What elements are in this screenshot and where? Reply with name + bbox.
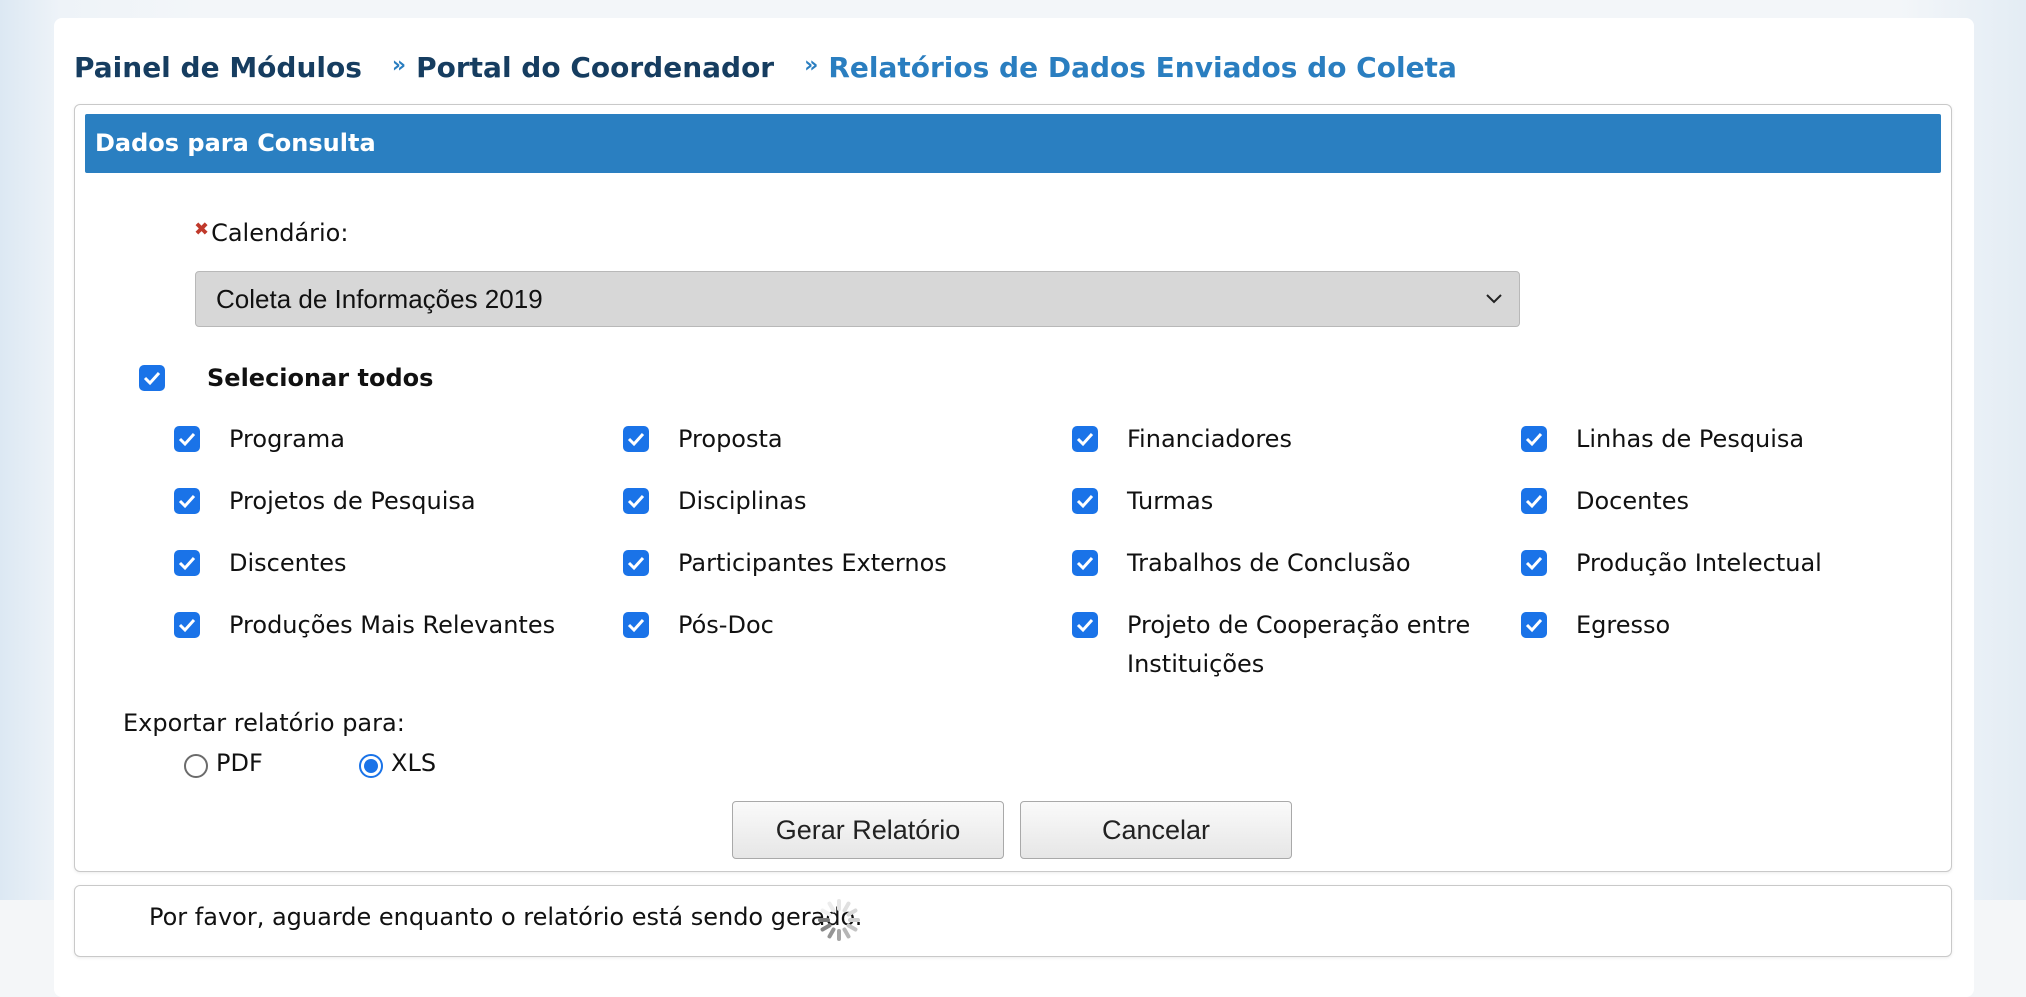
label-projetos-pesquisa: Projetos de Pesquisa (229, 487, 476, 515)
label-programa: Programa (229, 425, 345, 453)
select-all-checkbox[interactable] (139, 365, 165, 391)
checkbox-projeto-cooperacao[interactable] (1072, 612, 1098, 638)
calendar-label-text: Calendário: (211, 219, 349, 247)
checkbox-participantes-externos[interactable] (623, 550, 649, 576)
label-egresso: Egresso (1576, 611, 1671, 639)
label-projeto-cooperacao-line1: Projeto de Cooperação entre (1127, 611, 1471, 639)
radio-pdf[interactable] (184, 754, 208, 778)
label-producao-intelectual: Produção Intelectual (1576, 549, 1822, 577)
label-docentes: Docentes (1576, 487, 1690, 515)
checkbox-projetos-pesquisa[interactable] (174, 488, 200, 514)
label-linhas-pesquisa: Linhas de Pesquisa (1576, 425, 1805, 453)
label-disciplinas: Disciplinas (678, 487, 807, 515)
required-icon: ✖ (194, 219, 210, 240)
query-panel: Dados para Consulta ✖Calendário: Coleta … (74, 104, 1952, 872)
status-box: Por favor, aguarde enquanto o relatório … (74, 885, 1952, 957)
label-pos-doc: Pós-Doc (678, 611, 774, 639)
label-trabalhos-conclusao: Trabalhos de Conclusão (1127, 549, 1411, 577)
label-projeto-cooperacao-line2: Instituições (1127, 650, 1265, 678)
label-financiadores: Financiadores (1127, 425, 1292, 453)
label-producoes-relevantes: Produções Mais Relevantes (229, 611, 556, 639)
radio-xls[interactable] (359, 754, 383, 778)
cancel-button[interactable]: Cancelar (1020, 801, 1292, 859)
checkbox-linhas-pesquisa[interactable] (1521, 426, 1547, 452)
export-label: Exportar relatório para: (123, 709, 405, 737)
label-proposta: Proposta (678, 425, 783, 453)
checkbox-producao-intelectual[interactable] (1521, 550, 1547, 576)
panel-title: Dados para Consulta (85, 114, 1941, 173)
calendar-label: ✖Calendário: (194, 219, 348, 247)
checkbox-programa[interactable] (174, 426, 200, 452)
label-participantes-externos: Participantes Externos (678, 549, 947, 577)
radio-pdf-label: PDF (216, 749, 263, 777)
loading-spinner-icon (818, 899, 860, 941)
radio-xls-label: XLS (391, 749, 437, 777)
breadcrumb-current-page: Relatórios de Dados Enviados do Coleta (828, 50, 1457, 84)
checkbox-proposta[interactable] (623, 426, 649, 452)
checkbox-egresso[interactable] (1521, 612, 1547, 638)
checkbox-disciplinas[interactable] (623, 488, 649, 514)
breadcrumb-portal-coordenador[interactable]: Portal do Coordenador (416, 51, 774, 84)
breadcrumb-separator-icon: » (804, 52, 819, 78)
checkbox-pos-doc[interactable] (623, 612, 649, 638)
select-all-label: Selecionar todos (207, 364, 434, 392)
checkbox-docentes[interactable] (1521, 488, 1547, 514)
status-message: Por favor, aguarde enquanto o relatório … (149, 903, 863, 931)
label-discentes: Discentes (229, 549, 347, 577)
label-turmas: Turmas (1127, 487, 1214, 515)
calendar-select[interactable]: Coleta de Informações 2019 (195, 271, 1520, 327)
generate-report-button[interactable]: Gerar Relatório (732, 801, 1004, 859)
breadcrumb-separator-icon: » (391, 52, 407, 78)
checkbox-discentes[interactable] (174, 550, 200, 576)
chevron-down-icon (1486, 294, 1502, 304)
checkbox-trabalhos-conclusao[interactable] (1072, 550, 1098, 576)
checkbox-turmas[interactable] (1072, 488, 1098, 514)
breadcrumb: Painel de Módulos » Portal do Coordenado… (74, 45, 1457, 89)
checkbox-producoes-relevantes[interactable] (174, 612, 200, 638)
page-container: Painel de Módulos » Portal do Coordenado… (54, 18, 1974, 997)
breadcrumb-painel-modulos[interactable]: Painel de Módulos (74, 51, 362, 84)
calendar-select-value: Coleta de Informações 2019 (216, 284, 543, 314)
checkbox-financiadores[interactable] (1072, 426, 1098, 452)
